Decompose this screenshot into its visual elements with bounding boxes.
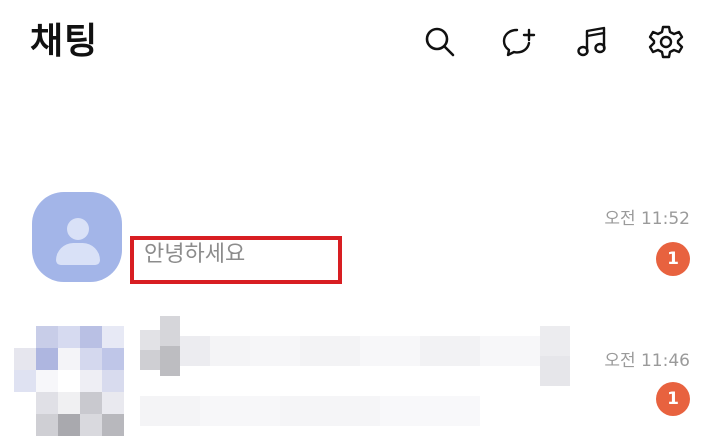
music-icon[interactable] <box>572 22 612 62</box>
chat-timestamp: 오전 11:52 <box>604 209 690 229</box>
settings-icon[interactable] <box>646 22 686 62</box>
default-profile-body <box>56 243 100 265</box>
default-profile-icon <box>67 218 89 240</box>
new-chat-icon[interactable] <box>498 22 538 62</box>
unread-badge: 1 <box>656 382 690 416</box>
highlight-box <box>130 236 342 284</box>
search-icon[interactable] <box>420 22 460 62</box>
chat-list-screen: 채팅 안녕하세요 오전 11:52 1 오전 11:46 1 <box>0 0 720 441</box>
pixelated-avatar <box>14 326 124 436</box>
page-title: 채팅 <box>30 21 99 62</box>
chat-timestamp: 오전 11:46 <box>604 351 690 371</box>
avatar <box>32 192 122 282</box>
header: 채팅 <box>0 0 720 90</box>
pixelated-chat-content <box>140 316 610 436</box>
chat-list-item[interactable]: 오전 11:46 1 <box>0 310 720 441</box>
unread-badge: 1 <box>656 242 690 276</box>
chat-list-item[interactable]: 안녕하세요 오전 11:52 1 <box>0 180 720 300</box>
